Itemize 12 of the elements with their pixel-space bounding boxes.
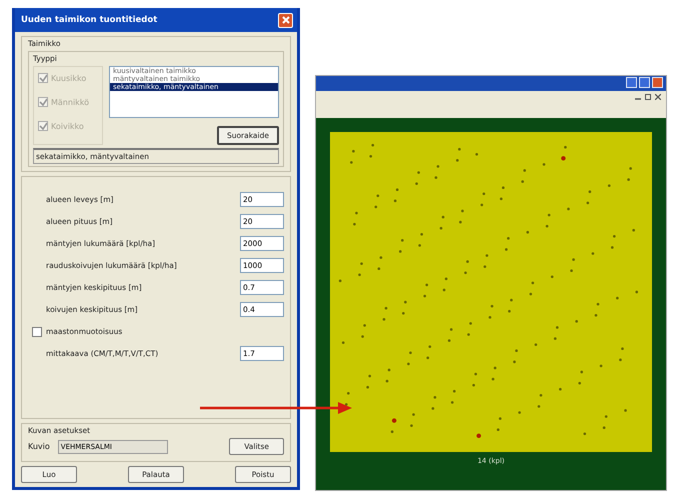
- checkbox-label: Koivikko: [51, 122, 84, 130]
- window-title: Uuden taimikon tuontitiedot: [21, 15, 158, 25]
- checkbox-label: Kuusikko: [51, 74, 86, 82]
- close-icon[interactable]: [655, 94, 661, 100]
- restore-icon[interactable]: [645, 94, 651, 100]
- checkbox[interactable]: [32, 326, 42, 336]
- maximize-button[interactable]: [639, 77, 650, 88]
- field-label: Kuvio: [28, 442, 50, 451]
- checkbox-label: Männikkö: [51, 98, 90, 106]
- arrow-icon: [200, 402, 352, 414]
- minimize-button[interactable]: [626, 77, 637, 88]
- close-icon: [282, 16, 290, 24]
